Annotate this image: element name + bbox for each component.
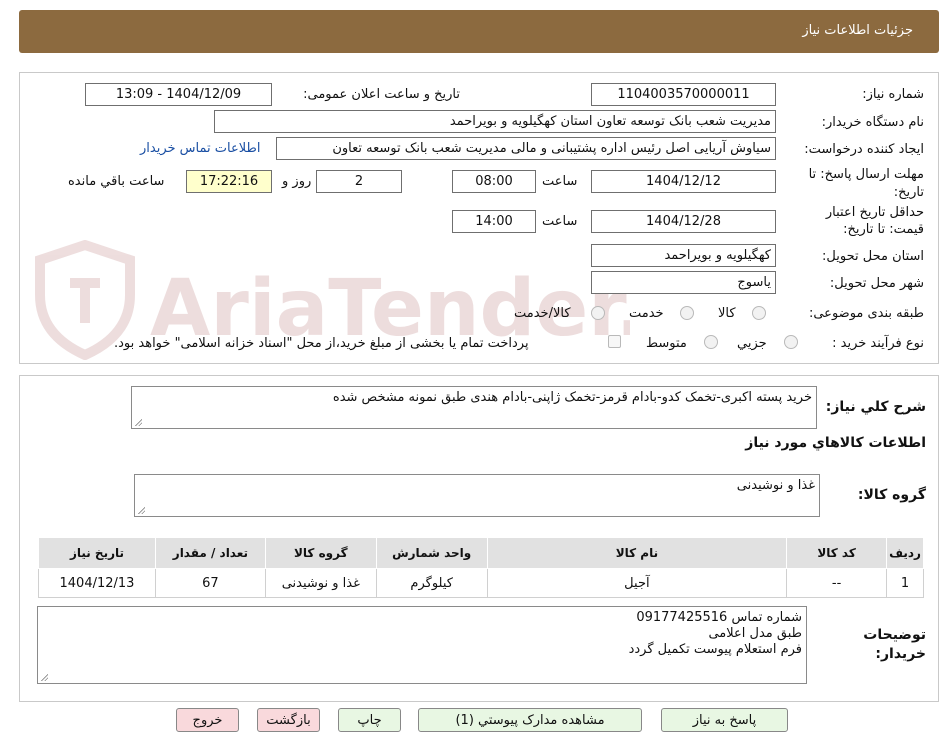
purchase-medium-label: متوسط [646, 336, 687, 351]
buyer-note-line: شماره تماس 09177425516 [636, 610, 802, 625]
category-goods-label: کالا [718, 306, 736, 321]
remaining-time-field: 17:22:16 [186, 170, 272, 193]
buyer-org-field: مدیریت شعب بانک توسعه تعاون استان کهگیلو… [214, 110, 776, 133]
category-goods-radio[interactable] [752, 306, 766, 320]
resize-grip-icon[interactable] [134, 418, 142, 426]
goods-section-title: اطلاعات کالاهاي مورد نياز [745, 435, 926, 451]
delivery-province-field: کهگیلویه و بویراحمد [591, 244, 776, 267]
delivery-city-field: یاسوج [591, 271, 776, 294]
goods-group-text: غذا و نوشیدنی [736, 478, 815, 493]
treasury-checkbox[interactable] [608, 335, 621, 348]
response-time-label: ساعت [542, 174, 578, 189]
summary-text: خرید پسته اکبری-تخمک کدو-بادام قرمز-تخمک… [332, 390, 812, 405]
need-number-field: 1104003570000011 [591, 83, 776, 106]
resize-grip-icon[interactable] [40, 673, 48, 681]
purchase-small-radio[interactable] [784, 335, 798, 349]
col-header-qty: تعداد / مقدار [154, 537, 266, 569]
respond-button[interactable]: پاسخ به نياز [661, 708, 788, 732]
buyer-note-line: طبق مدل اعلامی [708, 626, 802, 641]
price-validity-label-2: قیمت: تا تاریخ: [843, 222, 924, 237]
cell-name: آجیل [486, 568, 788, 598]
category-goods-service-label: کالا/خدمت [514, 306, 571, 321]
col-header-row: رديف [886, 537, 924, 569]
goods-group-label: گروه کالا: [857, 487, 926, 503]
col-header-date: تاريخ نياز [38, 537, 156, 569]
page-header: جزئیات اطلاعات نیاز [19, 10, 939, 53]
items-table-header: رديف کد کالا نام کالا واحد شمارش گروه کا… [38, 537, 924, 569]
col-header-name: نام کالا [486, 537, 788, 569]
cell-date: 1404/12/13 [38, 568, 156, 598]
cell-group: غذا و نوشیدنی [264, 568, 377, 598]
category-service-label: خدمت [629, 306, 664, 321]
col-header-group: گروه کالا [264, 537, 377, 569]
col-header-unit: واحد شمارش [375, 537, 488, 569]
announce-field: 1404/12/09 - 13:09 [85, 83, 272, 106]
resize-grip-icon[interactable] [137, 506, 145, 514]
goods-group-textarea[interactable]: غذا و نوشیدنی [134, 474, 820, 517]
response-date-field: 1404/12/12 [591, 170, 776, 193]
category-goods-service-radio[interactable] [591, 306, 605, 320]
need-number-label: شماره نیاز: [862, 87, 924, 102]
cell-qty: 67 [154, 568, 266, 598]
category-label: طبقه بندی موضوعی: [808, 306, 924, 321]
purchase-type-label: نوع فرآیند خرید : [832, 336, 924, 351]
back-button[interactable]: بازگشت [257, 708, 320, 732]
delivery-city-label: شهر محل تحویل: [829, 276, 924, 291]
days-and-label: روز و [282, 174, 312, 189]
view-documents-button[interactable]: مشاهده مدارک پيوستي (1) [418, 708, 642, 732]
delivery-province-label: استان محل تحویل: [822, 249, 924, 264]
price-validity-time-label: ساعت [542, 214, 578, 229]
exit-button[interactable]: خروج [176, 708, 239, 732]
summary-label: شرح کلي نياز: [825, 399, 926, 415]
summary-textarea[interactable]: خرید پسته اکبری-تخمک کدو-بادام قرمز-تخمک… [131, 386, 817, 429]
cell-row: 1 [886, 568, 924, 598]
price-validity-time-field: 14:00 [452, 210, 536, 233]
col-header-code: کد کالا [786, 537, 888, 569]
response-deadline-label-1: مهلت ارسال پاسخ: تا [808, 167, 924, 182]
items-table: رديف کد کالا نام کالا واحد شمارش گروه کا… [38, 537, 924, 598]
cell-unit: کیلوگرم [375, 568, 488, 598]
purchase-medium-radio[interactable] [704, 335, 718, 349]
table-row: 1 -- آجیل کیلوگرم غذا و نوشیدنی 67 1404/… [38, 568, 924, 598]
price-validity-date-field: 1404/12/28 [591, 210, 776, 233]
response-days-field: 2 [316, 170, 402, 193]
treasury-note: پرداخت تمام یا بخشی از مبلغ خرید،از محل … [114, 336, 529, 351]
purchase-small-label: جزیي [737, 336, 767, 351]
response-time-field: 08:00 [452, 170, 536, 193]
page-title: جزئیات اطلاعات نیاز [802, 23, 913, 38]
buyer-notes-label-1: توضیحات [863, 627, 926, 643]
buyer-contact-link[interactable]: اطلاعات تماس خریدار [140, 141, 260, 156]
requester-label: ایجاد کننده درخواست: [804, 142, 924, 157]
response-deadline-label-2: تاریخ: [893, 185, 924, 200]
remaining-label: ساعت باقي مانده [68, 174, 165, 189]
buyer-note-line: فرم استعلام پیوست تکمیل گردد [628, 642, 802, 657]
buyer-notes-textarea[interactable]: شماره تماس 09177425516 طبق مدل اعلامی فر… [37, 606, 807, 684]
buyer-org-label: نام دستگاه خریدار: [821, 115, 924, 130]
print-button[interactable]: چاپ [338, 708, 401, 732]
category-service-radio[interactable] [680, 306, 694, 320]
requester-field: سیاوش آریایی اصل رئیس اداره پشتیبانی و م… [276, 137, 776, 160]
price-validity-label-1: حداقل تاریخ اعتبار [825, 205, 924, 220]
buyer-notes-label-2: خریدار: [875, 646, 926, 662]
announce-label: تاریخ و ساعت اعلان عمومی: [303, 87, 460, 102]
cell-code: -- [786, 568, 888, 598]
